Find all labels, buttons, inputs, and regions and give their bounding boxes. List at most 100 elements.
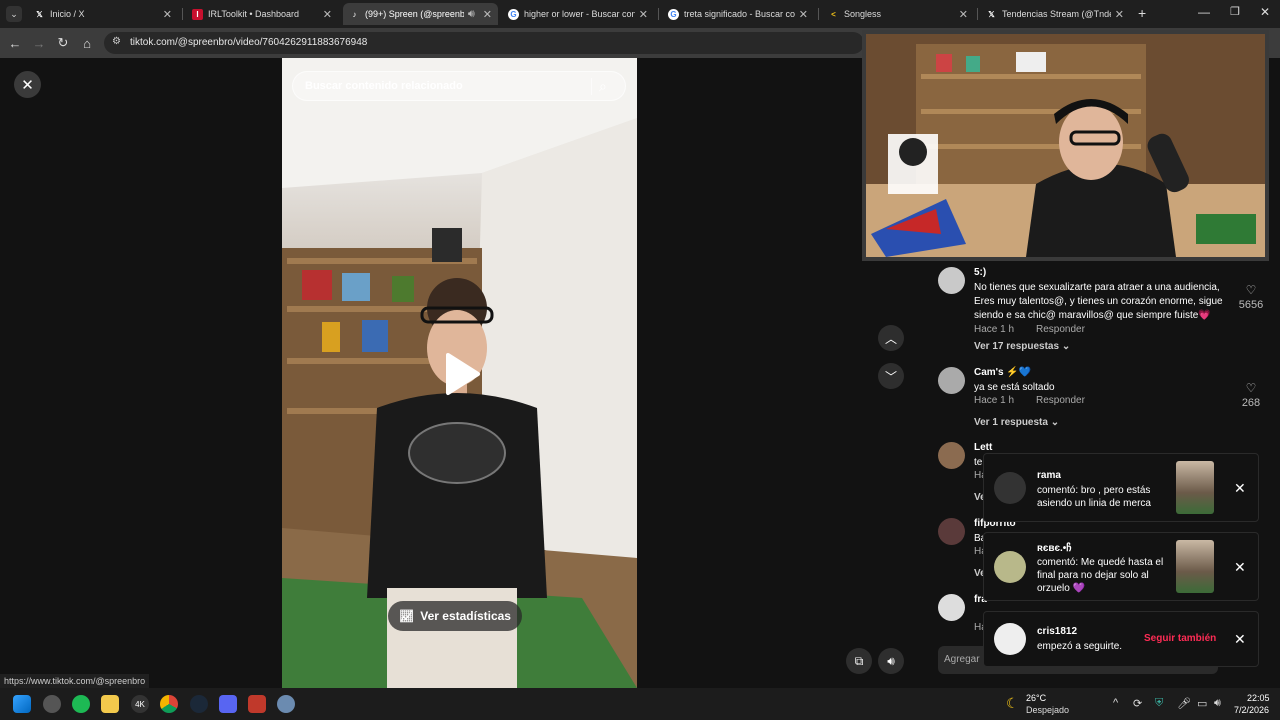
file-explorer-icon[interactable] [101,695,119,713]
view-replies-button[interactable]: Ver 17 respuestas ⌄ [974,341,1070,352]
chevron-up-icon[interactable]: ^ [1113,697,1118,709]
webcam-overlay [862,30,1269,261]
weather-temp: 26°C [1026,693,1047,703]
avatar [994,472,1026,504]
video-thumbnail[interactable] [1176,540,1214,593]
follow-back-button[interactable]: Seguir también [1144,633,1216,644]
view-stats-label: Ver estadísticas [420,609,511,623]
close-icon[interactable]: ✕ [483,8,492,21]
shield-icon[interactable]: ⛨ [1155,697,1163,710]
display-icon[interactable]: ▭ [1197,697,1207,710]
video-thumbnail[interactable] [1176,461,1214,514]
app-icon[interactable] [43,695,61,713]
close-icon[interactable]: ✕ [1234,559,1246,576]
tab-irltoolkit[interactable]: I IRLToolkit • Dashboard ✕ [186,3,338,25]
next-video-button[interactable]: ﹀ [878,363,904,389]
chevron-down-icon: ⌄ [1050,417,1060,428]
tab-title: higher or lower - Buscar con Go [524,9,635,19]
view-replies-button[interactable]: Ver 1 respuesta ⌄ [974,417,1059,428]
avatar[interactable] [938,442,965,469]
avatar[interactable] [938,518,965,545]
home-icon[interactable]: ⌂ [78,34,96,52]
notification-text: comentó: Me quedé hasta el final para no… [1037,557,1164,594]
reply-button[interactable]: Responder [1036,395,1085,406]
status-url: https://www.tiktok.com/@spreenbro [0,674,150,688]
forward-arrow-icon[interactable]: → [30,34,48,52]
play-icon[interactable] [442,352,482,396]
back-arrow-icon[interactable]: ← [6,34,24,52]
spotify-icon[interactable] [72,695,90,713]
tab-tendencias-stream[interactable]: 𝕏 Tendencias Stream (@Tndencia ✕ [980,3,1130,25]
minimize-icon[interactable]: — [1198,5,1210,19]
avatar[interactable] [938,594,965,621]
related-search-input[interactable]: Buscar contenido relacionado ⌕ [292,71,626,101]
avatar[interactable] [938,367,965,394]
close-icon[interactable]: ✕ [639,8,648,21]
site-info-icon[interactable]: ⚙ [112,36,121,47]
clock-time[interactable]: 22:05 [1247,693,1270,703]
avatar [994,623,1026,655]
close-icon[interactable]: ✕ [1234,480,1246,497]
view-replies-label: Ver 17 respuestas [974,341,1060,352]
discord-icon[interactable] [219,695,237,713]
tab-songless[interactable]: < Songless ✕ [822,3,974,25]
heart-icon[interactable]: ♡ [1236,381,1266,395]
restore-icon[interactable]: ❐ [1230,5,1240,18]
tab-treta-significado[interactable]: G treta significado - Buscar con G ✕ [662,3,814,25]
volume-icon[interactable]: 🔊︎ [878,648,904,674]
search-icon[interactable]: ⌕ [599,78,607,95]
sync-icon[interactable]: ⟳ [1133,697,1142,710]
chart-icon: 📈︎ [399,609,415,623]
view-stats-button[interactable]: 📈︎ Ver estadísticas [388,601,522,631]
add-comment-placeholder: Agregar [944,654,980,665]
like-count: 5656 [1238,299,1264,311]
comment-item: Cam's ⚡💙 ya se está soltado Hace 1 h Res… [938,367,1268,428]
tab-title: Tendencias Stream (@Tndencia [1002,9,1111,19]
tab-title: (99+) Spreen (@spreenbro) [365,9,464,19]
tab-divider [182,8,183,20]
clock-date[interactable]: 7/2/2026 [1234,705,1269,715]
notification-username: ʀєвє.•ჩ [1037,543,1072,554]
new-tab-icon[interactable]: + [1138,5,1146,21]
close-icon[interactable]: ✕ [1234,631,1246,648]
close-icon[interactable]: ✕ [959,8,968,21]
speaker-icon[interactable]: 🔊︎ [468,8,475,21]
notification-card[interactable]: rama comentó: bro , pero estás asiendo u… [983,453,1259,522]
close-icon[interactable]: ✕ [799,8,808,21]
notification-card[interactable]: cris1812 empezó a seguirte. Seguir tambi… [983,611,1259,667]
network-icon[interactable]: 🔊︎ [1214,697,1221,710]
tab-search-icon[interactable]: ⌄ [6,6,22,22]
close-window-icon[interactable]: ✕ [1260,5,1270,19]
view-replies-label: Ver 1 respuesta [974,417,1048,428]
avatar[interactable] [938,267,965,294]
search-placeholder: Buscar contenido relacionado [305,80,463,92]
pip-icon[interactable]: ⧉ [846,648,872,674]
comment-username[interactable]: 5:) [974,267,986,278]
tab-divider [818,8,819,20]
tab-higher-or-lower[interactable]: G higher or lower - Buscar con Go ✕ [502,3,654,25]
microphone-icon[interactable]: 🎤︎ [1177,697,1191,710]
tab-inicio-x[interactable]: 𝕏 Inicio / X ✕ [28,3,178,25]
close-icon[interactable]: ✕ [323,8,332,21]
app-icon[interactable] [248,695,266,713]
close-icon[interactable]: ✕ [1115,8,1124,21]
address-bar[interactable]: ⚙ tiktok.com/@spreenbro/video/7604262911… [104,32,864,54]
tab-tiktok-spreen[interactable]: ♪ (99+) Spreen (@spreenbro) 🔊︎ ✕ [343,3,498,25]
comment-username[interactable]: Lett [974,442,992,453]
video-player[interactable]: Buscar contenido relacionado ⌕ 📈︎ Ver es… [282,58,637,688]
close-video-button[interactable]: ✕ [14,71,41,98]
close-icon[interactable]: ✕ [163,8,172,21]
notification-card[interactable]: ʀєвє.•ჩ comentó: Me quedé hasta el final… [983,532,1259,601]
browser-tab-strip: ⌄ 𝕏 Inicio / X ✕ I IRLToolkit • Dashboar… [0,0,1280,28]
comment-username[interactable]: Cam's ⚡💙 [974,367,1031,378]
settings-icon[interactable] [277,695,295,713]
chrome-icon[interactable] [160,695,178,713]
steam-icon[interactable] [190,695,208,713]
tiktok-video-page: ✕ Buscar contenido relacionado ⌕ 📈︎ Ver … [0,30,1280,688]
windows-start-icon[interactable] [13,695,31,713]
previous-video-button[interactable]: ︿ [878,325,904,351]
app-4k-icon[interactable]: 4K [131,695,149,713]
reload-icon[interactable]: ↻ [54,34,72,52]
reply-button[interactable]: Responder [1036,324,1085,335]
heart-icon[interactable]: ♡ [1236,283,1266,297]
